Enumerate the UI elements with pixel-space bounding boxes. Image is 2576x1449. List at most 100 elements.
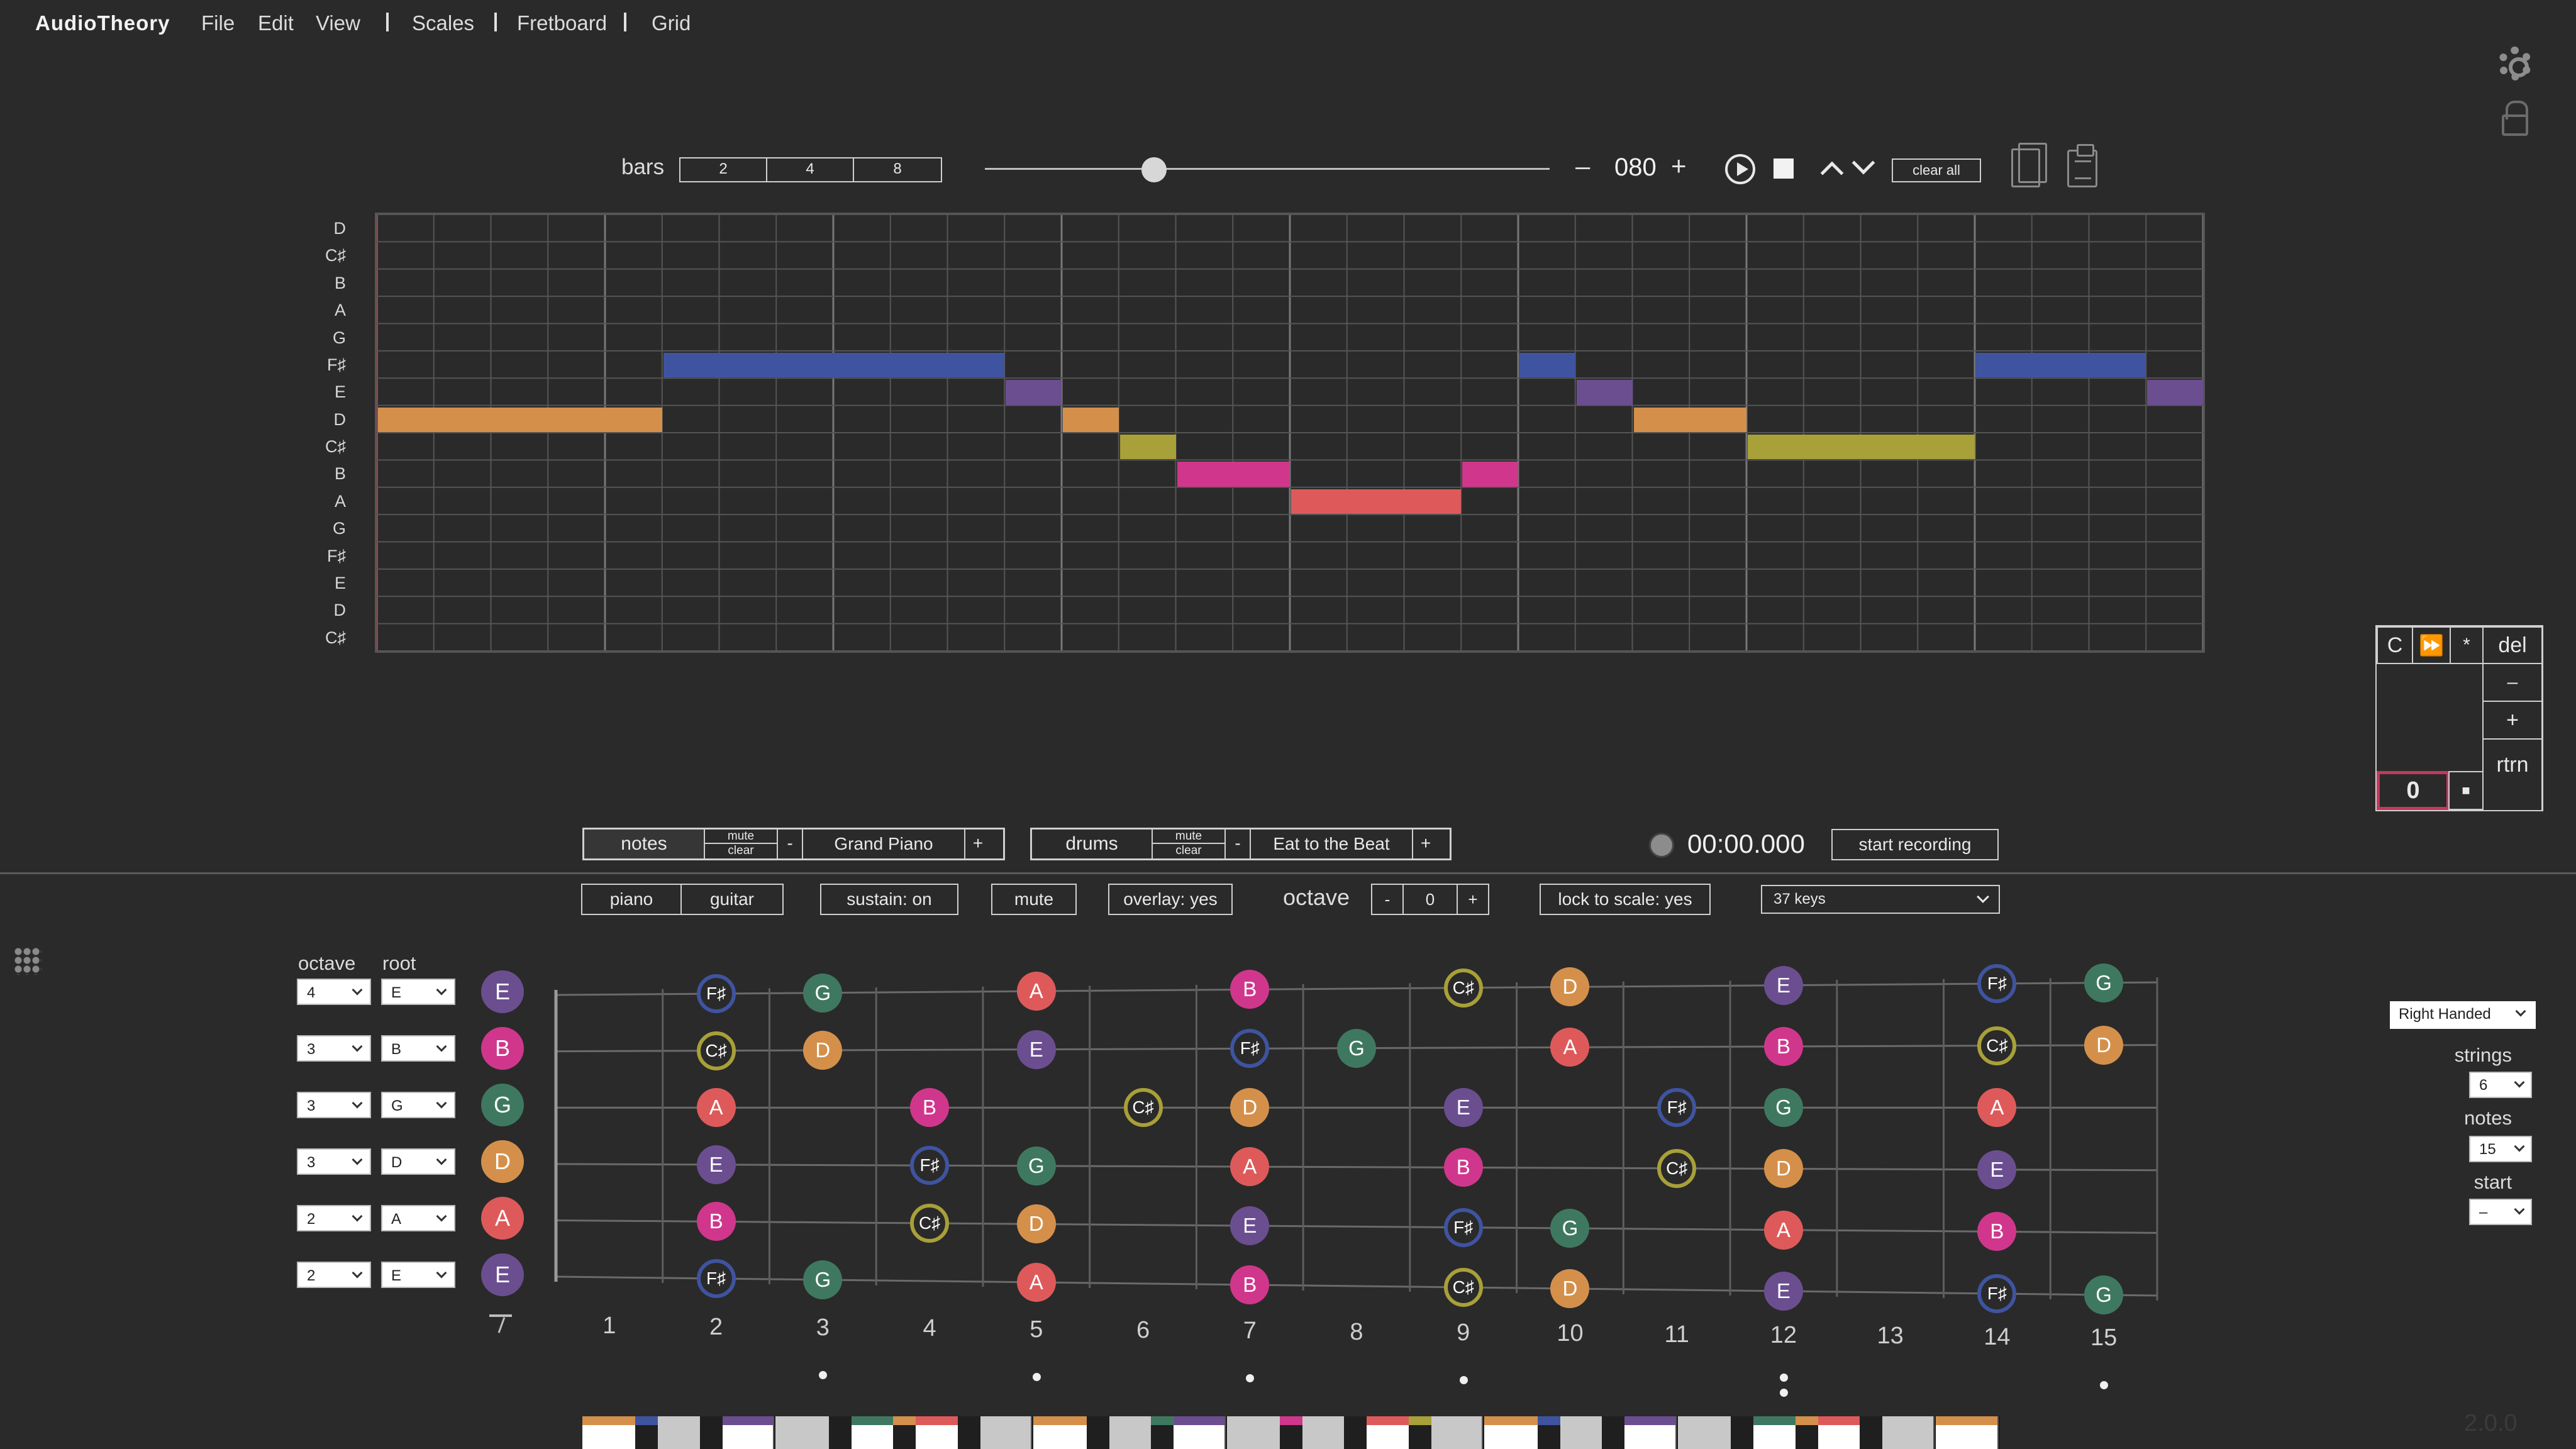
fret-number: 2	[709, 1313, 723, 1340]
key-scale-marker	[1280, 1416, 1302, 1425]
fretboard-note[interactable]: B	[696, 1202, 736, 1241]
fretboard-note[interactable]: C♯	[1123, 1088, 1163, 1128]
key-scale-marker	[829, 1416, 852, 1425]
fretboard-note[interactable]: F♯	[696, 1259, 736, 1298]
notes-count-select[interactable]: 15	[2469, 1136, 2532, 1162]
fretboard-note[interactable]: C♯	[1443, 968, 1483, 1008]
piano-keyboard[interactable]	[582, 1416, 2000, 1449]
fretboard-note[interactable]: F♯	[910, 1146, 950, 1185]
strings-select[interactable]: 6	[2469, 1072, 2532, 1098]
fretboard-note[interactable]: E	[1763, 1272, 1803, 1311]
fret-number: 11	[1664, 1321, 1689, 1348]
fretboard-note[interactable]: G	[803, 973, 843, 1013]
fretboard-note[interactable]: A	[1763, 1210, 1803, 1250]
fretboard-note[interactable]: D	[2084, 1025, 2124, 1065]
strings-label: strings	[2454, 1044, 2512, 1066]
fretboard-note[interactable]: F♯	[1657, 1088, 1697, 1128]
fretboard-note[interactable]: A	[1230, 1147, 1270, 1187]
piano-black-key[interactable]	[1408, 1416, 1431, 1449]
key-scale-marker	[893, 1416, 916, 1425]
fretboard-note[interactable]: A	[1016, 1263, 1056, 1302]
fret-number: 1	[602, 1313, 616, 1340]
fretboard-note[interactable]: E	[1016, 1030, 1056, 1069]
fret-inlay-dot	[1779, 1389, 1788, 1397]
fretboard-note[interactable]: D	[1550, 1269, 1590, 1308]
fretboard-note[interactable]: B	[1763, 1026, 1803, 1066]
fretboard-note[interactable]: G	[2084, 963, 2124, 1002]
fretboard-note[interactable]: G	[2084, 1275, 2124, 1314]
key-scale-marker	[1795, 1416, 1818, 1425]
fretboard-note[interactable]: E	[696, 1145, 736, 1184]
fretboard-note[interactable]: G	[1763, 1088, 1803, 1128]
fretboard-lines	[554, 977, 2158, 1301]
key-scale-marker	[1087, 1416, 1109, 1425]
piano-black-key[interactable]	[828, 1416, 852, 1449]
piano-black-key[interactable]	[1795, 1416, 1818, 1449]
fretboard-note[interactable]: C♯	[1977, 1026, 2017, 1065]
chevron-down-icon	[2514, 1077, 2525, 1088]
fretboard-note[interactable]: B	[1230, 1265, 1270, 1304]
piano-black-key[interactable]	[699, 1416, 723, 1449]
fretboard-note[interactable]: B	[910, 1088, 950, 1128]
piano-black-key[interactable]	[1602, 1416, 1625, 1449]
start-select[interactable]: –	[2469, 1199, 2532, 1225]
piano-black-key[interactable]	[1860, 1416, 1883, 1449]
fretboard-note[interactable]: F♯	[696, 974, 736, 1013]
fretboard-note[interactable]: D	[1763, 1149, 1803, 1189]
fretboard-note[interactable]: F♯	[1977, 1274, 2017, 1313]
key-scale-marker	[1860, 1416, 1882, 1425]
notes-count-value: 15	[2479, 1141, 2496, 1158]
chevron-down-icon	[2514, 1141, 2525, 1152]
key-scale-marker	[1602, 1416, 1624, 1425]
piano-black-key[interactable]	[893, 1416, 916, 1449]
fretboard-note[interactable]: F♯	[1443, 1208, 1483, 1247]
fretboard-note[interactable]: E	[1977, 1150, 2017, 1189]
fretboard-note[interactable]: D	[1230, 1088, 1270, 1128]
piano-black-key[interactable]	[1280, 1416, 1302, 1449]
fretboard-note[interactable]: C♯	[696, 1031, 736, 1070]
fret-number: 7	[1243, 1318, 1257, 1345]
guitar-string	[555, 981, 2158, 996]
fretboard-note[interactable]: B	[1443, 1148, 1483, 1187]
piano-black-key[interactable]	[1731, 1416, 1754, 1449]
chevron-down-icon	[2514, 1204, 2525, 1215]
start-label: start	[2473, 1171, 2512, 1193]
fretboard-note[interactable]: E	[1230, 1206, 1270, 1246]
fretboard-note[interactable]: C♯	[1657, 1148, 1697, 1188]
fretboard-note[interactable]: E	[1763, 965, 1803, 1005]
piano-black-key[interactable]	[1537, 1416, 1560, 1449]
fretboard-note[interactable]: E	[1443, 1088, 1483, 1128]
notes-label: notes	[2464, 1107, 2512, 1129]
fret-inlay-dot	[1459, 1376, 1468, 1384]
piano-black-key[interactable]	[635, 1416, 658, 1449]
fret-number: 4	[923, 1315, 936, 1342]
fretboard-note[interactable]: G	[803, 1260, 843, 1299]
piano-black-key[interactable]	[1151, 1416, 1174, 1449]
version-label: 2.0.0	[2464, 1410, 2518, 1436]
fret-number: 3	[816, 1314, 830, 1341]
strings-value: 6	[2479, 1077, 2488, 1094]
fretboard-note[interactable]: G	[1016, 1146, 1056, 1185]
handedness-select[interactable]: Right Handed	[2390, 1001, 2536, 1029]
fretboard-note[interactable]: D	[1016, 1204, 1056, 1244]
piano-black-key[interactable]	[1086, 1416, 1109, 1449]
piano-white-key[interactable]	[1935, 1416, 1999, 1449]
piano-black-key[interactable]	[1344, 1416, 1367, 1449]
key-scale-marker	[1537, 1416, 1560, 1425]
key-scale-marker	[1408, 1416, 1431, 1425]
fret-inlay-dot	[1779, 1374, 1788, 1382]
key-scale-marker	[1344, 1416, 1367, 1425]
key-scale-marker	[700, 1416, 723, 1425]
guitar-string	[555, 1219, 2158, 1234]
fretboard-note[interactable]: F♯	[1977, 964, 2017, 1003]
start-value: –	[2479, 1204, 2488, 1221]
fretboard-note[interactable]: A	[696, 1088, 736, 1128]
fretboard-note[interactable]: A	[1016, 972, 1056, 1011]
fret-number: 9	[1457, 1319, 1470, 1346]
fretboard-note[interactable]: C♯	[910, 1204, 950, 1243]
piano-black-key[interactable]	[957, 1416, 980, 1449]
fretboard-note[interactable]: C♯	[1443, 1268, 1483, 1307]
fretboard-note[interactable]: G	[1337, 1028, 1376, 1068]
fret-number: 12	[1770, 1322, 1797, 1348]
fretboard-note[interactable]: D	[803, 1030, 843, 1070]
